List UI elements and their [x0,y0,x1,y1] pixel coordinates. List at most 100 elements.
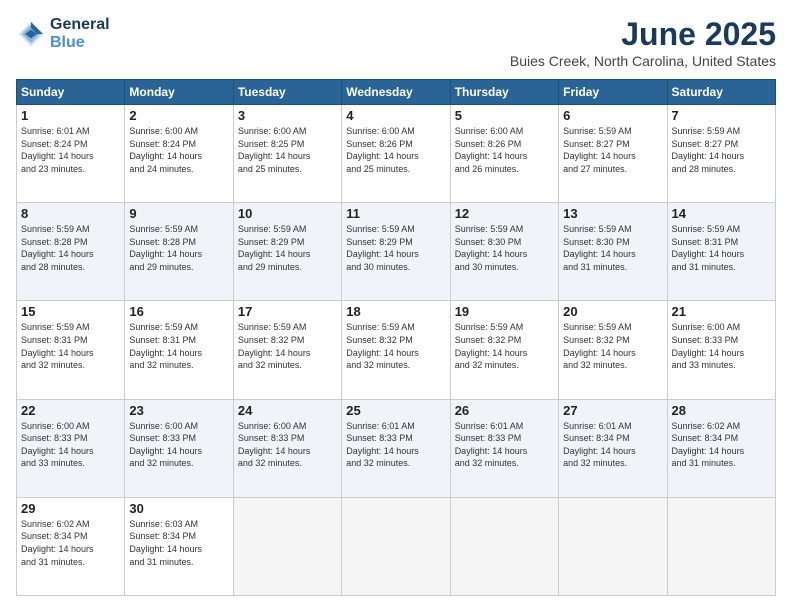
cell-info: Sunrise: 5:59 AM Sunset: 8:32 PM Dayligh… [346,321,445,371]
day-number: 6 [563,108,662,123]
calendar-cell [667,497,775,595]
calendar-day-header: Friday [559,80,667,105]
cell-info: Sunrise: 5:59 AM Sunset: 8:32 PM Dayligh… [238,321,337,371]
calendar-cell: 24Sunrise: 6:00 AM Sunset: 8:33 PM Dayli… [233,399,341,497]
cell-info: Sunrise: 5:59 AM Sunset: 8:29 PM Dayligh… [346,223,445,273]
day-number: 14 [672,206,771,221]
calendar-cell: 20 Sunrise: 5:59 AM Sunset: 8:32 PM Dayli… [559,301,667,399]
calendar-day-header: Saturday [667,80,775,105]
cell-info: Sunrise: 6:00 AM Sunset: 8:26 PM Dayligh… [455,125,554,175]
calendar-cell: 12 Sunrise: 5:59 AM Sunset: 8:30 PM Dayli… [450,203,558,301]
day-number: 5 [455,108,554,123]
day-number: 29 [21,501,120,516]
cell-info: Sunrise: 6:03 AM Sunset: 8:34 PM Dayligh… [129,518,228,568]
location-title: Buies Creek, North Carolina, United Stat… [510,53,776,69]
calendar-cell: 17 Sunrise: 5:59 AM Sunset: 8:32 PM Dayli… [233,301,341,399]
logo: General Blue [16,16,110,51]
cell-info: Sunrise: 5:59 AM Sunset: 8:31 PM Dayligh… [129,321,228,371]
day-number: 24 [238,403,337,418]
month-title: June 2025 [510,16,776,53]
calendar-cell [342,497,450,595]
cell-info: Sunrise: 5:59 AM Sunset: 8:32 PM Dayligh… [455,321,554,371]
header: General Blue June 2025 Buies Creek, Nort… [16,16,776,69]
cell-info: Sunrise: 5:59 AM Sunset: 8:28 PM Dayligh… [21,223,120,273]
cell-info: Sunrise: 5:59 AM Sunset: 8:32 PM Dayligh… [563,321,662,371]
calendar-cell: 1 Sunrise: 6:01 AM Sunset: 8:24 PM Daylig… [17,105,125,203]
cell-info: Sunrise: 6:00 AM Sunset: 8:25 PM Dayligh… [238,125,337,175]
day-number: 12 [455,206,554,221]
calendar-day-header: Tuesday [233,80,341,105]
cell-info: Sunrise: 5:59 AM Sunset: 8:30 PM Dayligh… [455,223,554,273]
day-number: 22 [21,403,120,418]
day-number: 3 [238,108,337,123]
cell-info: Sunrise: 6:00 AM Sunset: 8:33 PM Dayligh… [129,420,228,470]
calendar-cell: 25 Sunrise: 6:01 AM Sunset: 8:33 PM Dayli… [342,399,450,497]
calendar-cell: 16 Sunrise: 5:59 AM Sunset: 8:31 PM Dayli… [125,301,233,399]
calendar-cell [450,497,558,595]
calendar-cell: 5 Sunrise: 6:00 AM Sunset: 8:26 PM Daylig… [450,105,558,203]
calendar-cell: 30 Sunrise: 6:03 AM Sunset: 8:34 PM Dayli… [125,497,233,595]
calendar-cell: 2 Sunrise: 6:00 AM Sunset: 8:24 PM Daylig… [125,105,233,203]
page: General Blue June 2025 Buies Creek, Nort… [0,0,792,612]
calendar-day-header: Sunday [17,80,125,105]
calendar-day-header: Wednesday [342,80,450,105]
calendar-cell: 26 Sunrise: 6:01 AM Sunset: 8:33 PM Dayli… [450,399,558,497]
cell-info: Sunrise: 5:59 AM Sunset: 8:31 PM Dayligh… [672,223,771,273]
day-number: 17 [238,304,337,319]
cell-info: Sunrise: 6:00 AM Sunset: 8:26 PM Dayligh… [346,125,445,175]
calendar-cell [233,497,341,595]
calendar-cell: 4 Sunrise: 6:00 AM Sunset: 8:26 PM Daylig… [342,105,450,203]
day-number: 26 [455,403,554,418]
day-number: 4 [346,108,445,123]
cell-info: Sunrise: 5:59 AM Sunset: 8:28 PM Dayligh… [129,223,228,273]
calendar-week-row: 22 Sunrise: 6:00 AM Sunset: 8:33 PM Dayli… [17,399,776,497]
day-number: 25 [346,403,445,418]
day-number: 21 [672,304,771,319]
calendar-cell: 29 Sunrise: 6:02 AM Sunset: 8:34 PM Dayli… [17,497,125,595]
calendar-cell: 27Sunrise: 6:01 AM Sunset: 8:34 PM Dayli… [559,399,667,497]
calendar-week-row: 8 Sunrise: 5:59 AM Sunset: 8:28 PM Daylig… [17,203,776,301]
calendar-table: SundayMondayTuesdayWednesdayThursdayFrid… [16,79,776,596]
title-block: June 2025 Buies Creek, North Carolina, U… [510,16,776,69]
day-number: 2 [129,108,228,123]
cell-info: Sunrise: 5:59 AM Sunset: 8:27 PM Dayligh… [563,125,662,175]
calendar-cell: 6 Sunrise: 5:59 AM Sunset: 8:27 PM Daylig… [559,105,667,203]
calendar-cell: 10 Sunrise: 5:59 AM Sunset: 8:29 PM Dayli… [233,203,341,301]
calendar-cell [559,497,667,595]
day-number: 30 [129,501,228,516]
calendar-cell: 19 Sunrise: 5:59 AM Sunset: 8:32 PM Dayli… [450,301,558,399]
calendar-cell: 3 Sunrise: 6:00 AM Sunset: 8:25 PM Daylig… [233,105,341,203]
day-number: 1 [21,108,120,123]
calendar-week-row: 29 Sunrise: 6:02 AM Sunset: 8:34 PM Dayli… [17,497,776,595]
calendar-cell: 23Sunrise: 6:00 AM Sunset: 8:33 PM Dayli… [125,399,233,497]
cell-info: Sunrise: 5:59 AM Sunset: 8:29 PM Dayligh… [238,223,337,273]
calendar-week-row: 15 Sunrise: 5:59 AM Sunset: 8:31 PM Dayli… [17,301,776,399]
calendar-cell: 8 Sunrise: 5:59 AM Sunset: 8:28 PM Daylig… [17,203,125,301]
day-number: 8 [21,206,120,221]
day-number: 18 [346,304,445,319]
day-number: 10 [238,206,337,221]
day-number: 19 [455,304,554,319]
calendar-cell: 13Sunrise: 5:59 AM Sunset: 8:30 PM Dayli… [559,203,667,301]
day-number: 20 [563,304,662,319]
day-number: 7 [672,108,771,123]
calendar-cell: 7 Sunrise: 5:59 AM Sunset: 8:27 PM Daylig… [667,105,775,203]
cell-info: Sunrise: 6:01 AM Sunset: 8:24 PM Dayligh… [21,125,120,175]
calendar-cell: 14 Sunrise: 5:59 AM Sunset: 8:31 PM Dayli… [667,203,775,301]
logo-icon [16,19,46,49]
day-number: 16 [129,304,228,319]
cell-info: Sunrise: 6:02 AM Sunset: 8:34 PM Dayligh… [672,420,771,470]
calendar-header-row: SundayMondayTuesdayWednesdayThursdayFrid… [17,80,776,105]
cell-info: Sunrise: 6:01 AM Sunset: 8:33 PM Dayligh… [346,420,445,470]
day-number: 11 [346,206,445,221]
cell-info: Sunrise: 5:59 AM Sunset: 8:27 PM Dayligh… [672,125,771,175]
cell-info: Sunrise: 6:01 AM Sunset: 8:33 PM Dayligh… [455,420,554,470]
logo-text: General Blue [50,16,110,51]
cell-info: Sunrise: 6:00 AM Sunset: 8:24 PM Dayligh… [129,125,228,175]
cell-info: Sunrise: 5:59 AM Sunset: 8:30 PM Dayligh… [563,223,662,273]
cell-info: Sunrise: 6:02 AM Sunset: 8:34 PM Dayligh… [21,518,120,568]
calendar-cell: 28 Sunrise: 6:02 AM Sunset: 8:34 PM Dayli… [667,399,775,497]
day-number: 15 [21,304,120,319]
day-number: 9 [129,206,228,221]
day-number: 28 [672,403,771,418]
